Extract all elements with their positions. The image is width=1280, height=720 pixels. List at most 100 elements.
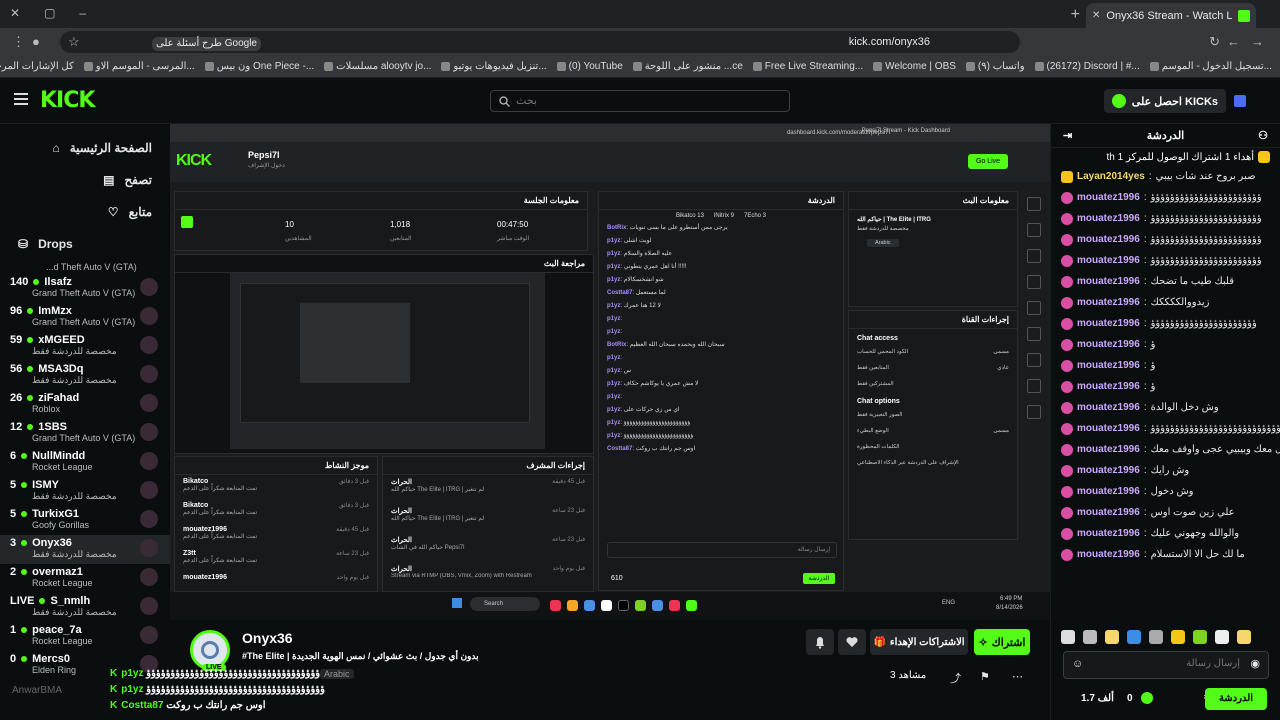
bookmark-item[interactable]: تنزيل فيديوهات يوتيو... <box>441 61 547 72</box>
notifications-button[interactable] <box>806 629 834 655</box>
sidebar-item-home[interactable]: ⌂ الصفحة الرئيسية <box>0 132 170 164</box>
star-icon[interactable]: ☆ <box>68 34 80 50</box>
chat-username[interactable]: mouatez1996 <box>1077 423 1140 434</box>
browser-tab[interactable]: Onyx36 Stream - Watch Live on ✕ <box>1086 3 1256 28</box>
sidebar-channel[interactable]: 56 MSA3Dq مخصصة للدردشة فقط <box>0 361 170 390</box>
subscribe-button[interactable]: ✧ اشتراك <box>974 629 1030 655</box>
emote-icon[interactable] <box>1193 630 1207 644</box>
menu-dots-icon[interactable]: ⋮ <box>12 34 25 50</box>
heart-button[interactable] <box>838 629 866 655</box>
sidebar-channel[interactable]: 1 peace_7a Rocket League <box>0 622 170 651</box>
hamburger-menu-icon[interactable] <box>14 93 28 105</box>
bookmark-item[interactable]: كل الإشارات المرجعية <box>0 61 74 72</box>
emote-icon[interactable] <box>1105 630 1119 644</box>
chat-username[interactable]: mouatez1996 <box>1077 465 1140 476</box>
bookmark-item[interactable]: منشور على اللوحة ...ce <box>632 61 743 72</box>
report-icon[interactable]: ⚑ <box>980 670 990 683</box>
users-icon[interactable]: ⚇ <box>1258 124 1268 148</box>
mod-actions-panel: إجراءات المشرف الحراث قبل 45 دقيقة حياكم ا… <box>382 456 594 592</box>
profile-icon[interactable]: ● <box>32 34 40 49</box>
sidebar-channel[interactable]: 6 NullMindd Rocket League <box>0 448 170 477</box>
video-player[interactable]: Pepsi7l Stream - Kick Dashboard KICK Pep… <box>170 124 1050 620</box>
emote-icon[interactable] <box>1061 630 1075 644</box>
share-icon[interactable]: ⤴ <box>950 670 961 686</box>
chat-input-box[interactable]: ☺ ◉ <box>1063 651 1269 679</box>
emote-icon[interactable] <box>1237 630 1251 644</box>
reload-icon[interactable]: ↻ <box>1209 34 1220 50</box>
sidebar-channel[interactable]: 140 Ilsafz Grand Theft Auto V (GTA) <box>0 274 170 303</box>
bookmark-item[interactable]: (0) YouTube <box>556 61 623 72</box>
omnibox[interactable]: ☆ طرح أسئلة على Google kick.com/onyx36 <box>60 31 1020 53</box>
chat-input[interactable] <box>1090 658 1240 669</box>
get-kicks-button[interactable]: احصل على KICKs <box>1103 89 1226 113</box>
sidebar-channel[interactable]: 2 overmaz1 Rocket League <box>0 564 170 593</box>
bookmark-item[interactable]: تسجيل الدخول - الموسم... <box>1149 61 1272 72</box>
emote-icon[interactable] <box>1171 630 1185 644</box>
chat-send-button[interactable]: الدردشة <box>1205 688 1267 710</box>
chat-username[interactable]: mouatez1996 <box>1077 192 1140 203</box>
bookmark-item[interactable]: المرسى - الموسم الاو... <box>83 61 195 72</box>
chat-username[interactable]: mouatez1996 <box>1077 234 1140 245</box>
bookmark-item[interactable]: ون بيس One Piece -... <box>204 61 314 72</box>
stream-tag[interactable]: Arabic <box>320 669 354 679</box>
search-input[interactable] <box>516 95 781 107</box>
collapse-chat-icon[interactable]: ⇥ <box>1063 124 1072 148</box>
forward-icon[interactable]: → <box>1251 34 1264 49</box>
bookmark-item[interactable]: Welcome | OBS <box>873 61 956 72</box>
sidebar-item-drops[interactable]: ⛁ Drops <box>0 228 170 260</box>
user-avatar[interactable] <box>1234 95 1246 107</box>
url-text[interactable]: kick.com/onyx36 <box>849 36 930 48</box>
sidebar-channel[interactable]: 3 Onyx36 مخصصة للدردشة فقط <box>0 535 170 564</box>
chat-username[interactable]: mouatez1996 <box>1077 444 1140 455</box>
emote-icon[interactable] <box>1083 630 1097 644</box>
sidebar-item-following[interactable]: ♡ متابع <box>0 196 170 228</box>
sidebar-channel[interactable]: 26 ziFahad Roblox <box>0 390 170 419</box>
google-chip[interactable]: طرح أسئلة على Google <box>152 37 261 51</box>
bookmark-item[interactable]: (26172) Discord | #... <box>1034 61 1140 72</box>
separator: : <box>1143 465 1147 476</box>
emote-icon[interactable] <box>1215 630 1229 644</box>
emote-icon[interactable] <box>1127 630 1141 644</box>
sidebar-channel[interactable]: 12 1SBS Grand Theft Auto V (GTA) <box>0 419 170 448</box>
chat-username[interactable]: mouatez1996 <box>1077 297 1140 308</box>
close-tab-icon[interactable]: ✕ <box>1092 10 1100 21</box>
chat-username[interactable]: mouatez1996 <box>1077 360 1140 371</box>
sidebar-channel[interactable]: 5 ISMY مخصصة للدردشة فقط <box>0 477 170 506</box>
chat-username[interactable]: mouatez1996 <box>1077 276 1140 287</box>
chat-username[interactable]: mouatez1996 <box>1077 528 1140 539</box>
emoji-icon[interactable]: ☺ <box>1072 658 1083 670</box>
maximize-window-icon[interactable]: ▢ <box>44 6 55 20</box>
chat-text: ؤؤؤؤؤؤؤؤؤؤؤؤؤؤؤؤؤؤؤؤؤؤ <box>1150 318 1257 329</box>
search-box[interactable] <box>490 90 790 112</box>
record-icon[interactable]: ◉ <box>1250 657 1260 670</box>
kick-logo[interactable]: KICK <box>40 88 95 113</box>
back-icon[interactable]: ← <box>1227 34 1240 49</box>
chat-username[interactable]: mouatez1996 <box>1077 213 1140 224</box>
gift-subs-button[interactable]: 🎁 الاشتراكات الإهداء <box>870 629 968 655</box>
chat-username[interactable]: mouatez1996 <box>1077 255 1140 266</box>
chat-username[interactable]: mouatez1996 <box>1077 507 1140 518</box>
panel-title: إجراءات القناة <box>849 311 1017 329</box>
bookmark-item[interactable]: (٩) واتساب <box>965 61 1025 72</box>
chat-username[interactable]: Layan2014yes <box>1077 171 1145 182</box>
sidebar-channel[interactable]: 5 TurkixG1 Goofy Gorillas <box>0 506 170 535</box>
emote-icon[interactable] <box>1149 630 1163 644</box>
chat-username[interactable]: mouatez1996 <box>1077 486 1140 497</box>
sidebar-channel[interactable]: LIVE S_nmlh مخصصة للدردشة فقط <box>0 593 170 622</box>
bookmark-item[interactable]: Free Live Streaming... <box>752 61 863 72</box>
sidebar-channel[interactable]: 96 ImMzx Grand Theft Auto V (GTA) <box>0 303 170 332</box>
chat-username[interactable]: mouatez1996 <box>1077 381 1140 392</box>
chat-username[interactable]: mouatez1996 <box>1077 339 1140 350</box>
channel-thumbnail <box>140 539 158 557</box>
channel-name[interactable]: Onyx36 <box>242 630 293 646</box>
minimize-window-icon[interactable]: – <box>79 6 86 20</box>
more-icon[interactable]: ⋯ <box>1012 670 1023 683</box>
sidebar-channel[interactable]: 59 xMGEED مخصصة للدردشة فقط <box>0 332 170 361</box>
new-tab-icon[interactable]: + <box>1071 6 1080 24</box>
bookmark-item[interactable]: مسلسلات alooytv jo... <box>324 61 431 72</box>
chat-username[interactable]: mouatez1996 <box>1077 402 1140 413</box>
close-window-icon[interactable]: ✕ <box>10 6 20 20</box>
chat-username[interactable]: mouatez1996 <box>1077 318 1140 329</box>
sidebar-item-browse[interactable]: ▤ تصفح <box>0 164 170 196</box>
chat-username[interactable]: mouatez1996 <box>1077 549 1140 560</box>
